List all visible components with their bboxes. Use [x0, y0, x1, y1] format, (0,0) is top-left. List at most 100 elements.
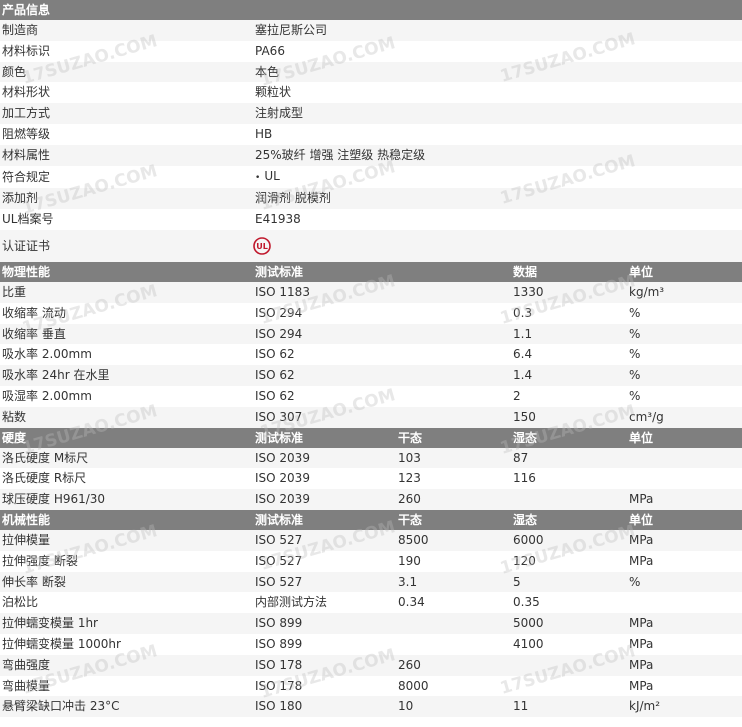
test-standard: ISO 62: [253, 385, 396, 407]
ul-certification-icon[interactable]: UL: [253, 237, 271, 256]
value-wet: 0.3: [511, 302, 627, 324]
value-dry: 103: [396, 447, 511, 469]
unit: cm³/g: [627, 406, 742, 428]
column-header: 机械性能: [0, 509, 253, 530]
unit: MPa: [627, 613, 742, 634]
value-dry: 260: [396, 654, 511, 676]
property-name: 吸水率 24hr 在水里: [0, 365, 253, 386]
section-header-physical: 物理性能 测试标准 数据 单位: [0, 261, 742, 282]
info-value: 润滑剂 脱模剂: [253, 188, 742, 210]
section-header-mechanical: 机械性能 测试标准 干态 湿态 单位: [0, 509, 742, 530]
table-row: 吸水率 24hr 在水里 ISO 62 1.4%: [0, 365, 742, 386]
unit: [627, 468, 742, 490]
test-standard: ISO 180: [253, 696, 396, 718]
value-dry: [396, 344, 511, 366]
info-value-text: E41938: [255, 212, 301, 227]
value-dry: 8000: [396, 675, 511, 697]
unit: %: [627, 323, 742, 345]
column-header: 单位: [627, 427, 742, 448]
column-header: 硬度: [0, 427, 253, 448]
unit: [627, 447, 742, 469]
value-wet: 1.1: [511, 323, 627, 345]
column-header: 测试标准: [253, 261, 396, 282]
column-header: 干态: [396, 509, 511, 530]
column-header: 数据: [511, 261, 627, 282]
info-label: 加工方式: [0, 103, 253, 124]
value-dry: [396, 633, 511, 655]
info-row: 材料标识 PA66: [0, 40, 742, 62]
test-standard: ISO 2039: [253, 447, 396, 469]
table-row: 拉伸蠕变模量 1000hr ISO 899 4100 MPa: [0, 633, 742, 655]
value-dry: 260: [396, 489, 511, 510]
property-name: 拉伸强度 断裂: [0, 550, 253, 572]
table-row: 悬臂梁缺口冲击 23°C ISO 180 10 11 kJ/m²: [0, 696, 742, 718]
property-name: 洛氏硬度 R标尺: [0, 468, 253, 490]
info-value-text: 25%玻纤 增强 注塑级 热稳定级: [255, 147, 426, 162]
column-header: 干态: [396, 427, 511, 448]
column-header: 测试标准: [253, 509, 396, 530]
property-name: 拉伸蠕变模量 1hr: [0, 613, 253, 634]
info-value-text: 注射成型: [255, 106, 304, 121]
info-value: • UL: [253, 165, 742, 189]
column-header: [396, 261, 511, 282]
value-dry: 123: [396, 468, 511, 490]
info-row: 添加剂 润滑剂 脱模剂: [0, 188, 742, 210]
info-label: 材料形状: [0, 82, 253, 104]
unit: MPa: [627, 633, 742, 655]
info-label: UL档案号: [0, 209, 253, 230]
test-standard: ISO 178: [253, 675, 396, 697]
property-name: 收缩率 流动: [0, 302, 253, 324]
test-standard: ISO 307: [253, 406, 396, 428]
value-wet: 87: [511, 447, 627, 469]
value-dry: 190: [396, 550, 511, 572]
property-name: 弯曲模量: [0, 675, 253, 697]
property-name: 洛氏硬度 M标尺: [0, 447, 253, 469]
column-header: 湿态: [511, 509, 627, 530]
property-name: 球压硬度 H961/30: [0, 489, 253, 510]
info-row: 制造商 塞拉尼斯公司: [0, 20, 742, 41]
value-wet: 5000: [511, 613, 627, 634]
info-label: 阻燃等级: [0, 123, 253, 145]
value-dry: [396, 281, 511, 303]
test-standard: ISO 527: [253, 529, 396, 551]
bullet-icon: •: [255, 172, 261, 183]
property-name: 粘数: [0, 406, 253, 428]
info-label: 添加剂: [0, 188, 253, 210]
value-wet: 11: [511, 696, 627, 718]
table-row: 粘数 ISO 307 150 cm³/g: [0, 406, 742, 428]
value-wet: 1.4: [511, 365, 627, 386]
value-wet: [511, 489, 627, 510]
info-value: 注射成型: [253, 103, 742, 124]
info-label: 颜色: [0, 61, 253, 83]
info-value: UL: [253, 229, 742, 262]
info-value-text: HB: [255, 126, 273, 141]
value-wet: 4100: [511, 633, 627, 655]
table-row: 球压硬度 H961/30 ISO 2039 260 MPa: [0, 489, 742, 510]
test-standard: ISO 899: [253, 633, 396, 655]
info-value: 25%玻纤 增强 注塑级 热稳定级: [253, 144, 742, 166]
column-header: 测试标准: [253, 427, 396, 448]
test-standard: ISO 2039: [253, 489, 396, 510]
unit: %: [627, 385, 742, 407]
info-value-text: 润滑剂 脱模剂: [255, 191, 331, 206]
unit: MPa: [627, 675, 742, 697]
section-title: 产品信息: [0, 0, 742, 20]
info-label: 材料属性: [0, 144, 253, 166]
test-standard: ISO 899: [253, 613, 396, 634]
info-label: 材料标识: [0, 40, 253, 62]
info-row: UL档案号 E41938: [0, 209, 742, 230]
table-row: 洛氏硬度 R标尺 ISO 2039 123 116: [0, 468, 742, 490]
info-value-text: PA66: [255, 43, 285, 58]
property-name: 收缩率 垂直: [0, 323, 253, 345]
value-dry: [396, 385, 511, 407]
test-standard: ISO 294: [253, 302, 396, 324]
unit: MPa: [627, 529, 742, 551]
test-standard: 内部测试方法: [253, 592, 396, 614]
test-standard: ISO 62: [253, 365, 396, 386]
unit: %: [627, 302, 742, 324]
info-label: 制造商: [0, 20, 253, 41]
unit: MPa: [627, 489, 742, 510]
property-name: 弯曲强度: [0, 654, 253, 676]
table-row: 洛氏硬度 M标尺 ISO 2039 103 87: [0, 447, 742, 469]
value-wet: 0.35: [511, 592, 627, 614]
